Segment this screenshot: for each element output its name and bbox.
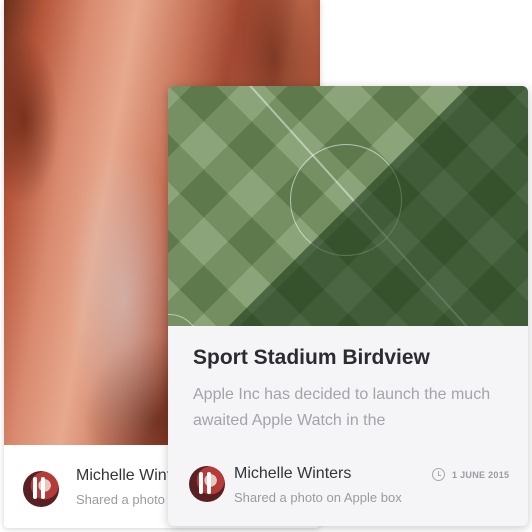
shared-caption: Shared a photo on Apple box (234, 490, 402, 505)
post-date-text: 1 JUNE 2015 (452, 469, 510, 480)
post-date: 1 JUNE 2015 (432, 468, 509, 481)
shared-caption: Shared a photo (76, 492, 165, 507)
author-name[interactable]: Michelle Winters (234, 465, 351, 483)
post-excerpt: Apple Inc has decided to launch the much… (193, 386, 491, 429)
stadium-photo (168, 86, 528, 326)
stadium-shadow (168, 86, 528, 326)
author-avatar[interactable] (23, 471, 59, 507)
author-avatar[interactable] (189, 466, 225, 502)
featured-post-card[interactable]: Sport Stadium Birdview Apple Inc has dec… (168, 86, 528, 526)
author-name[interactable]: Michelle Wint (76, 467, 171, 485)
clock-icon (432, 468, 445, 481)
post-title[interactable]: Sport Stadium Birdview (193, 346, 430, 370)
